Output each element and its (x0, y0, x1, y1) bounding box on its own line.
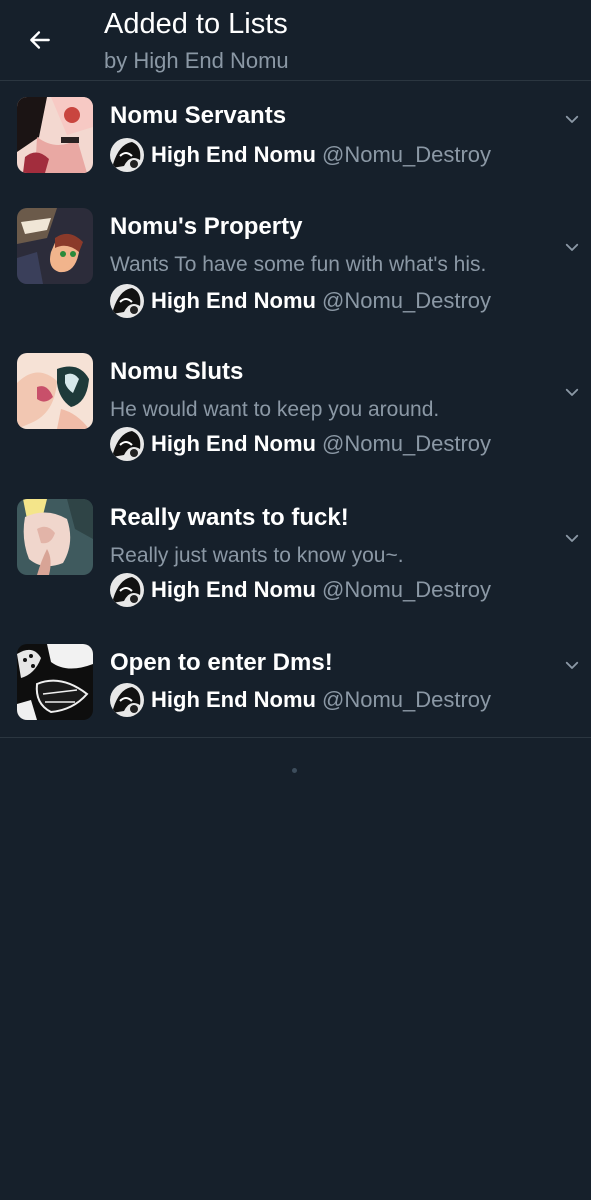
expand-button[interactable] (556, 376, 588, 408)
list-item[interactable]: Nomu Servants High End Nomu @Nomu_Destro… (0, 81, 591, 191)
list-owner: High End Nomu @Nomu_Destroy (110, 427, 491, 461)
owner-name: High End Nomu (151, 431, 316, 456)
list-thumbnail (17, 208, 93, 284)
page-title: Added to Lists (104, 8, 288, 40)
expand-button[interactable] (556, 103, 588, 135)
list-thumbnail (17, 499, 93, 575)
owner-name: High End Nomu (151, 142, 316, 167)
avatar (110, 683, 144, 717)
list-title: Nomu Servants (110, 102, 287, 129)
list-title: Really wants to fuck! (110, 504, 349, 531)
chevron-down-icon (565, 115, 579, 123)
arrow-left-icon (30, 31, 50, 49)
avatar (110, 427, 144, 461)
list-title: Open to enter Dms! (110, 649, 333, 676)
list-owner: High End Nomu @Nomu_Destroy (110, 284, 491, 318)
list-divider (0, 737, 591, 738)
expand-button[interactable] (556, 231, 588, 263)
list-owner: High End Nomu @Nomu_Destroy (110, 573, 491, 607)
list-thumbnail (17, 353, 93, 429)
loading-indicator (292, 768, 297, 773)
list-owner: High End Nomu @Nomu_Destroy (110, 683, 491, 717)
list-item[interactable]: Really wants to fuck! Really just wants … (0, 482, 591, 628)
top-bar: Added to Lists by High End Nomu (0, 0, 591, 81)
owner-handle: @Nomu_Destroy (321, 577, 492, 602)
owner-handle: @Nomu_Destroy (321, 288, 492, 313)
expand-button[interactable] (556, 522, 588, 554)
list-title: Nomu's Property (110, 213, 303, 240)
page-subtitle: by High End Nomu (104, 48, 289, 73)
chevron-down-icon (565, 388, 579, 396)
list-description: Wants To have some fun with what's his. (110, 253, 487, 276)
avatar (110, 138, 144, 172)
avatar (110, 573, 144, 607)
owner-handle: @Nomu_Destroy (321, 687, 492, 712)
owner-name: High End Nomu (151, 577, 316, 602)
back-button[interactable] (18, 18, 62, 62)
list-item[interactable]: Nomu's Property Wants To have some fun w… (0, 191, 591, 336)
chevron-down-icon (565, 243, 579, 251)
owner-name: High End Nomu (151, 687, 316, 712)
owner-name: High End Nomu (151, 288, 316, 313)
chevron-down-icon (565, 534, 579, 542)
list-item[interactable]: Open to enter Dms! High End Nomu @Nomu_D… (0, 628, 591, 737)
expand-button[interactable] (556, 649, 588, 681)
list-description: He would want to keep you around. (110, 398, 440, 421)
list-owner: High End Nomu @Nomu_Destroy (110, 138, 491, 172)
list-item[interactable]: Nomu Sluts He would want to keep you aro… (0, 336, 591, 482)
chevron-down-icon (565, 661, 579, 669)
list-title: Nomu Sluts (110, 358, 244, 385)
list-thumbnail (17, 644, 93, 720)
owner-handle: @Nomu_Destroy (321, 431, 492, 456)
list-thumbnail (17, 97, 93, 173)
list-description: Really just wants to know you~. (110, 544, 404, 567)
avatar (110, 284, 144, 318)
owner-handle: @Nomu_Destroy (321, 142, 492, 167)
